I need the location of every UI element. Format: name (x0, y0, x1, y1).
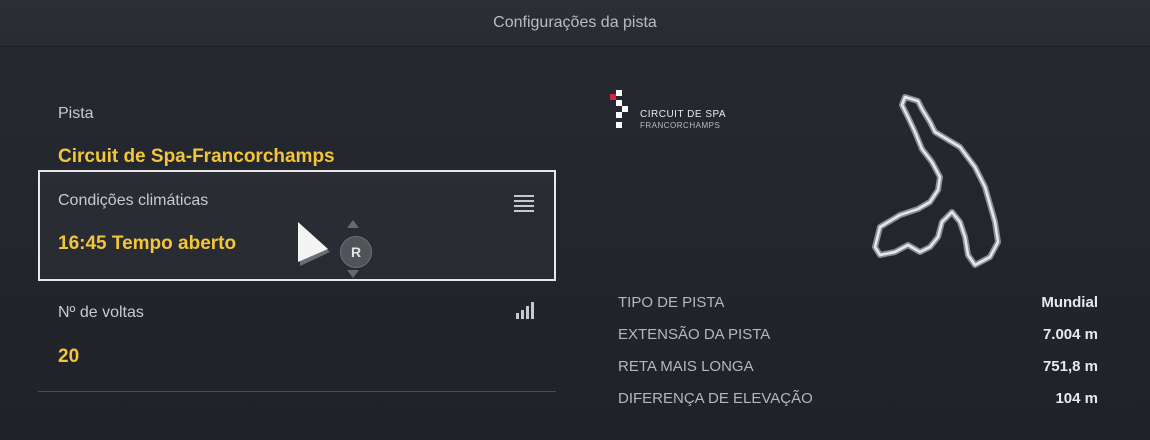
laps-setting[interactable]: Nº de voltas 20 (38, 282, 556, 392)
weather-setting[interactable]: Condições climáticas 16:45 Tempo aberto … (38, 170, 556, 281)
info-value: 751,8 m (1042, 358, 1098, 375)
down-arrow-icon[interactable] (347, 270, 359, 278)
circuit-logo: CIRCUIT DE SPA FRANCORCHAMPS (610, 90, 726, 139)
track-info-list: TIPO DE PISTA Mundial EXTENSÃO DA PISTA … (618, 287, 1098, 415)
logo-subtitle: FRANCORCHAMPS (640, 121, 721, 130)
info-value: Mundial (1041, 294, 1098, 311)
track-label: Pista (58, 105, 94, 122)
menu-list-icon[interactable] (514, 195, 534, 212)
info-row: TIPO DE PISTA Mundial (618, 287, 1098, 319)
info-key: EXTENSÃO DA PISTA (618, 326, 771, 343)
weather-value: 16:45 Tempo aberto (58, 233, 237, 254)
main-panel: Pista Circuit de Spa-Francorchamps Condi… (0, 47, 1150, 440)
laps-value: 20 (58, 346, 80, 367)
info-value: 104 m (1055, 390, 1098, 407)
info-key: DIFERENÇA DE ELEVAÇÃO (618, 390, 813, 407)
info-key: RETA MAIS LONGA (618, 358, 754, 375)
pointer-cursor-icon (298, 222, 330, 266)
r-button-icon[interactable]: R (340, 236, 372, 268)
checkered-flag-icon (610, 90, 628, 128)
info-row: DIFERENÇA DE ELEVAÇÃO 104 m (618, 383, 1098, 415)
info-value: 7.004 m (1042, 326, 1098, 343)
info-row: RETA MAIS LONGA 751,8 m (618, 351, 1098, 383)
laps-label: Nº de voltas (58, 304, 144, 321)
up-arrow-icon[interactable] (347, 220, 359, 228)
title-bar: Configurações da pista (0, 0, 1150, 47)
weather-label: Condições climáticas (58, 192, 209, 209)
info-key: TIPO DE PISTA (618, 294, 725, 311)
info-row: EXTENSÃO DA PISTA 7.004 m (618, 319, 1098, 351)
logo-title: CIRCUIT DE SPA (640, 109, 727, 120)
signal-bars-icon (516, 301, 536, 319)
track-map (872, 94, 1001, 268)
track-setting[interactable]: Pista Circuit de Spa-Francorchamps (38, 72, 556, 182)
page-title: Configurações da pista (493, 14, 657, 31)
track-value: Circuit de Spa-Francorchamps (58, 146, 335, 167)
